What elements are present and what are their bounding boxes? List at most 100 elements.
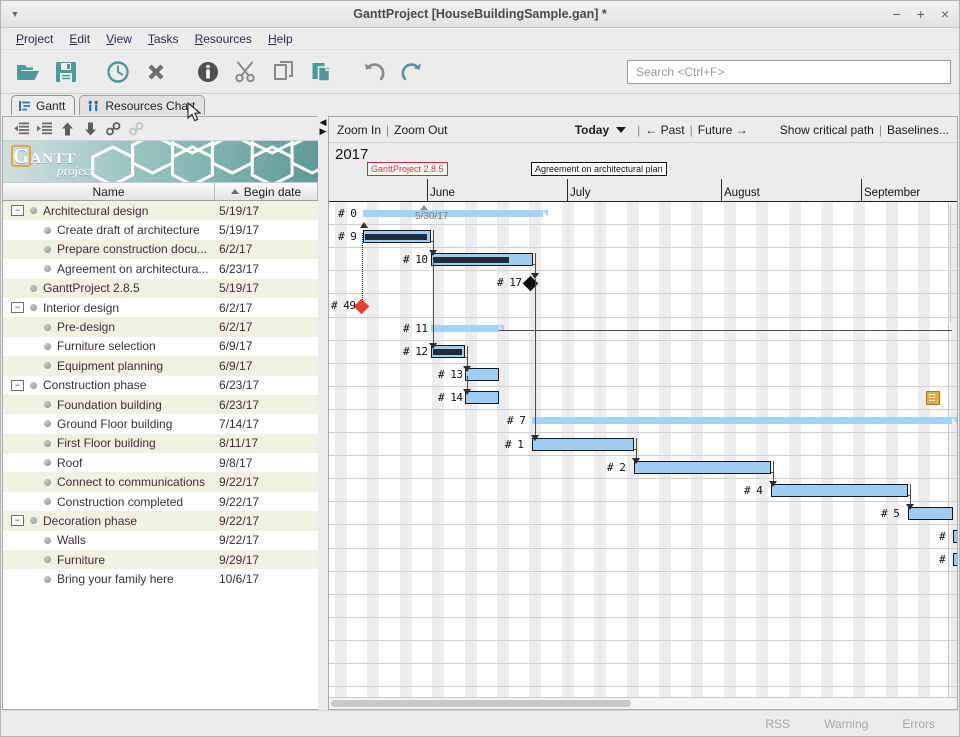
table-row[interactable]: Furniture9/29/17 — [3, 550, 318, 569]
gantt-task-bar[interactable] — [431, 253, 533, 266]
timeline-header[interactable]: 2017 JuneJulyAugustSeptember GanttProjec… — [329, 143, 957, 202]
table-row[interactable]: GanttProject 2.8.55/19/17 — [3, 279, 318, 298]
table-row[interactable]: −Construction phase6/23/17 — [3, 376, 318, 395]
table-row[interactable]: Roof9/8/17 — [3, 453, 318, 472]
splitter-collapse-left-icon[interactable]: ◀ — [320, 118, 327, 126]
table-row[interactable]: Pre-design6/2/17 — [3, 317, 318, 336]
tree-expand-toggle[interactable]: − — [11, 515, 24, 526]
table-row[interactable]: Foundation building6/23/17 — [3, 395, 318, 414]
tree-expand-toggle[interactable]: − — [11, 302, 24, 313]
unindent-task-button[interactable] — [11, 119, 32, 139]
gantt-summary-bar[interactable] — [532, 417, 952, 424]
menu-help[interactable]: Help — [261, 30, 300, 48]
gantt-progress-handle-icon[interactable] — [420, 205, 428, 210]
search-box[interactable] — [627, 60, 951, 84]
table-row[interactable]: Create draft of architecture5/19/17 — [3, 220, 318, 239]
tree-expand-toggle[interactable]: − — [11, 205, 24, 216]
table-row[interactable]: Ground Floor building7/14/17 — [3, 414, 318, 433]
maximize-button[interactable]: + — [917, 7, 925, 21]
status-rss[interactable]: RSS — [765, 717, 790, 731]
folder-open-icon — [15, 59, 41, 85]
close-button[interactable]: × — [941, 7, 949, 21]
minimize-button[interactable]: − — [892, 7, 900, 21]
table-row[interactable]: −Decoration phase9/22/17 — [3, 511, 318, 530]
table-row[interactable]: Prepare construction docu...6/2/17 — [3, 240, 318, 259]
table-row[interactable]: First Floor building8/11/17 — [3, 434, 318, 453]
task-properties-button[interactable] — [189, 53, 227, 91]
future-button[interactable]: Future → — [698, 123, 748, 137]
table-row[interactable]: Construction completed9/22/17 — [3, 492, 318, 511]
status-errors[interactable]: Errors — [902, 717, 935, 731]
menu-project[interactable]: Project — [9, 30, 60, 48]
save-project-button[interactable] — [47, 53, 85, 91]
table-row[interactable]: Bring your family here10/6/17 — [3, 569, 318, 588]
chevron-down-icon[interactable] — [616, 127, 626, 133]
task-begin-date-cell: 9/29/17 — [215, 553, 318, 567]
move-task-up-button[interactable] — [57, 119, 78, 139]
copy-button[interactable] — [265, 53, 303, 91]
chart-horizontal-scroll-thumb[interactable] — [331, 700, 631, 707]
new-task-button[interactable] — [99, 53, 137, 91]
chart-horizontal-scrollbar[interactable] — [329, 697, 957, 709]
gantt-chart-canvas[interactable]: # 0# 9# 10# 17# 49# 11# 12# 13# 14# 7# 1… — [329, 202, 957, 697]
link-tasks-button[interactable] — [103, 119, 124, 139]
gantt-task-bar[interactable] — [953, 553, 957, 566]
table-row[interactable]: −Architectural design5/19/17 — [3, 201, 318, 220]
table-row[interactable]: Connect to communications9/22/17 — [3, 472, 318, 491]
column-header-begin-date[interactable]: Begin date — [215, 183, 318, 200]
tab-gantt-label: Gantt — [36, 99, 65, 113]
undo-button[interactable] — [355, 53, 393, 91]
dependency-line-vertical — [636, 438, 637, 460]
timeline-milestone-badge[interactable]: Agreement on architectural plan — [531, 162, 667, 176]
paste-button[interactable] — [303, 53, 341, 91]
gantt-task-bar[interactable] — [634, 461, 771, 474]
cut-button[interactable] — [227, 53, 265, 91]
zoom-in-button[interactable]: Zoom In — [337, 123, 381, 137]
move-task-down-button[interactable] — [80, 119, 101, 139]
show-critical-path-button[interactable]: Show critical path — [780, 123, 874, 137]
table-row[interactable]: Walls9/22/17 — [3, 531, 318, 550]
tree-expand-toggle[interactable]: − — [11, 380, 24, 391]
task-name-cell: Roof — [57, 456, 215, 470]
gantt-task-bar[interactable] — [953, 530, 957, 543]
task-note-icon[interactable] — [926, 391, 940, 405]
table-row[interactable]: Furniture selection6/9/17 — [3, 337, 318, 356]
tab-gantt[interactable]: Gantt — [11, 95, 75, 115]
gantt-task-id-label: # 11 — [403, 322, 428, 335]
gantt-task-bar[interactable] — [908, 507, 953, 520]
task-bullet-icon — [44, 537, 51, 544]
timeline-milestone-badge[interactable]: GanttProject 2.8.5 — [367, 162, 448, 176]
zoom-out-button[interactable]: Zoom Out — [394, 123, 447, 137]
redo-button[interactable] — [393, 53, 431, 91]
past-button[interactable]: ← Past — [645, 123, 684, 137]
table-row[interactable]: −Interior design6/2/17 — [3, 298, 318, 317]
unlink-tasks-button[interactable] — [126, 119, 147, 139]
tab-resources-chart[interactable]: Resources Chart — [79, 95, 205, 115]
status-warning[interactable]: Warning — [824, 717, 868, 731]
search-input[interactable] — [634, 64, 944, 80]
menu-view[interactable]: View — [99, 30, 139, 48]
table-row[interactable]: Agreement on architectura...6/23/17 — [3, 259, 318, 278]
today-button[interactable]: Today — [575, 123, 609, 137]
gantt-summary-bar[interactable] — [431, 325, 499, 332]
gantt-summary-bar[interactable] — [363, 210, 543, 217]
menu-resources[interactable]: Resources — [188, 30, 259, 48]
task-tree-rows[interactable]: −Architectural design5/19/17Create draft… — [3, 201, 318, 709]
panel-splitter[interactable]: ◀ ▶ — [318, 116, 328, 710]
indent-task-button[interactable] — [34, 119, 55, 139]
menu-edit[interactable]: Edit — [62, 30, 97, 48]
delete-task-button[interactable] — [137, 53, 175, 91]
column-header-name[interactable]: Name — [3, 183, 215, 200]
menu-tasks[interactable]: Tasks — [141, 30, 186, 48]
gantt-task-bar[interactable] — [771, 484, 908, 497]
gantt-task-bar[interactable] — [532, 438, 634, 451]
menu-resources-mnemonic: R — [195, 32, 204, 46]
splitter-collapse-right-icon[interactable]: ▶ — [320, 127, 327, 135]
baselines-button[interactable]: Baselines... — [887, 123, 949, 137]
window-menu-caret-icon[interactable]: ▼ — [1, 9, 23, 19]
timeline-month-label: August — [721, 187, 760, 199]
open-project-button[interactable] — [9, 53, 47, 91]
gantt-task-bar[interactable] — [363, 230, 431, 243]
gantt-task-id-label: # 4 — [744, 484, 762, 497]
table-row[interactable]: Equipment planning6/9/17 — [3, 356, 318, 375]
